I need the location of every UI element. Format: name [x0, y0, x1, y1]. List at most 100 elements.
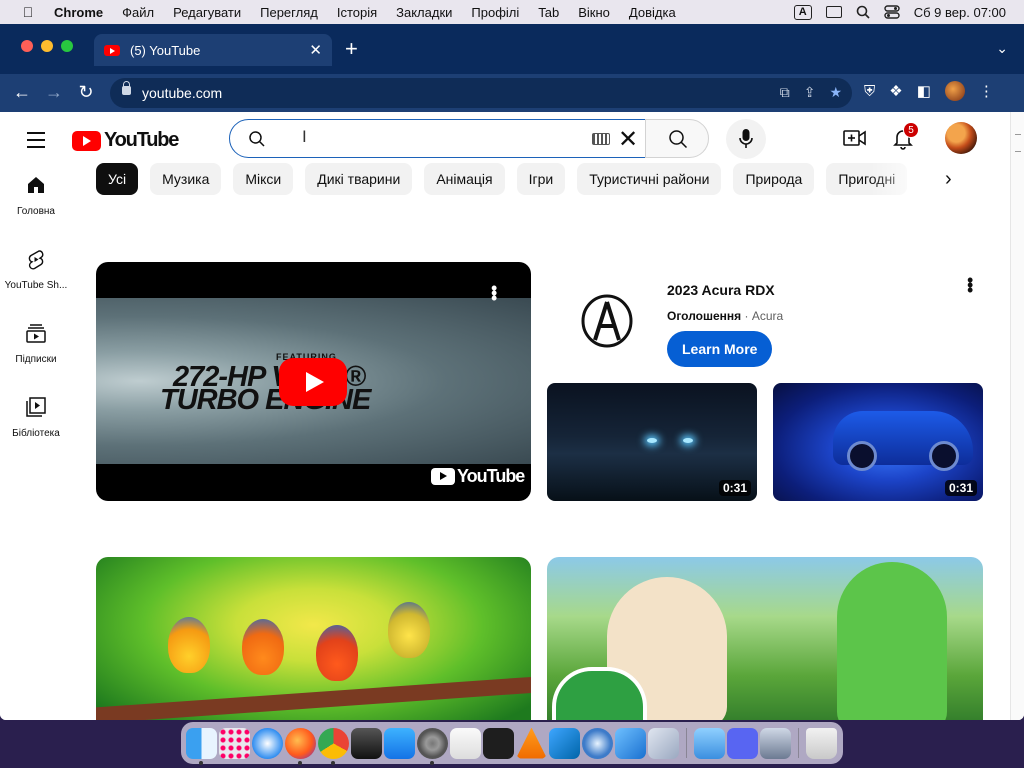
chrome-icon[interactable] — [318, 727, 349, 765]
screen-sharing-icon[interactable] — [760, 727, 791, 759]
address-bar[interactable]: youtube.com ⧉ ⇪ ★ — [110, 78, 852, 108]
video-thumbnail-cartoon[interactable] — [547, 557, 983, 720]
bookmark-star-icon[interactable]: ★ — [829, 84, 842, 101]
hamburger-menu-icon[interactable] — [27, 132, 45, 153]
discord-icon[interactable] — [727, 727, 758, 759]
chrome-menu-icon[interactable]: ⋮ — [979, 82, 994, 100]
chip-animation[interactable]: Анімація — [424, 163, 505, 195]
ad-label: Оголошення — [667, 309, 742, 323]
input-source-indicator[interactable]: A — [793, 4, 812, 20]
nav-item-shorts[interactable]: YouTube Sh... — [0, 244, 72, 318]
close-window-button[interactable] — [21, 40, 33, 52]
play-button-icon[interactable] — [279, 358, 347, 406]
virtual-keyboard-icon[interactable] — [592, 133, 610, 145]
menu-history[interactable]: Історія — [337, 5, 377, 20]
featured-video-player[interactable]: FEATURING 272-HP VTEC® TURBO ENGINE • • • … — [96, 262, 531, 501]
tab-search-chevron-icon[interactable]: ⌄ — [996, 40, 1008, 57]
youtube-logo[interactable]: YouTube — [72, 129, 179, 152]
nav-item-subscriptions[interactable]: Підписки — [0, 318, 72, 392]
browser-toolbar: ← → ↻ youtube.com ⧉ ⇪ ★ ⛨ ❖ ◧ ⋮ — [0, 74, 1024, 112]
search-box[interactable]: I ✕ — [229, 119, 646, 158]
zoom-window-button[interactable] — [61, 40, 73, 52]
menu-window[interactable]: Вікно — [578, 5, 610, 20]
close-tab-icon[interactable]: ✕ — [309, 41, 322, 59]
subscriptions-icon — [26, 324, 46, 343]
firefox-icon[interactable] — [285, 727, 316, 765]
chip-tourist-areas[interactable]: Туристичні райони — [577, 163, 722, 195]
chip-music[interactable]: Музика — [150, 163, 222, 195]
extensions-puzzle-icon[interactable]: ❖ — [889, 82, 902, 100]
menu-bookmarks[interactable]: Закладки — [396, 5, 452, 20]
vlc-icon[interactable] — [516, 727, 547, 759]
minimize-window-button[interactable] — [41, 40, 53, 52]
tab-youtube[interactable]: (5) YouTube ✕ — [94, 34, 332, 66]
menu-edit[interactable]: Редагувати — [173, 5, 241, 20]
video-more-icon[interactable]: • • • — [491, 279, 497, 307]
youtube-watermark: YouTube — [431, 466, 525, 487]
launchpad-icon[interactable] — [219, 727, 250, 759]
branch-graphic — [96, 675, 531, 720]
chip-all[interactable]: Усі — [96, 163, 139, 195]
finder-icon[interactable] — [186, 727, 217, 765]
system-settings-icon[interactable] — [417, 727, 448, 765]
youtube-play-logo-icon — [72, 130, 101, 151]
control-center-icon[interactable] — [884, 5, 900, 19]
ad-thumbnail-2[interactable]: 0:31 — [773, 383, 983, 501]
share-icon[interactable]: ⇪ — [804, 84, 816, 101]
menu-clock[interactable]: Сб 9 вер. 07:00 — [914, 5, 1006, 20]
macos-dock — [181, 722, 843, 765]
video-thumbnail-birds[interactable] — [96, 557, 531, 720]
page-scrollbar[interactable] — [1010, 112, 1024, 720]
ad-thumbnail-1[interactable]: 0:31 — [547, 383, 757, 501]
lock-icon[interactable] — [122, 81, 131, 95]
reload-icon[interactable]: ↻ — [74, 82, 98, 103]
open-in-app-icon[interactable]: ⧉ — [780, 84, 790, 101]
ad-title[interactable]: 2023 Acura RDX — [667, 282, 775, 298]
garageband-icon[interactable] — [351, 727, 382, 759]
forward-arrow-icon[interactable]: → — [42, 82, 66, 103]
create-video-icon[interactable] — [843, 128, 867, 148]
menu-file[interactable]: Файл — [122, 5, 154, 20]
menu-view[interactable]: Перегляд — [260, 5, 318, 20]
chip-games[interactable]: Ігри — [516, 163, 566, 195]
nav-item-home[interactable]: Головна — [0, 170, 72, 244]
car-headlights-graphic — [647, 438, 693, 444]
ad-more-icon[interactable]: • • • — [967, 271, 973, 299]
acura-logo-icon[interactable] — [580, 294, 634, 348]
back-arrow-icon[interactable]: ← — [10, 82, 34, 103]
new-tab-button[interactable]: + — [345, 38, 358, 60]
screen-mirroring-icon[interactable] — [825, 6, 842, 18]
textedit-icon[interactable] — [450, 727, 481, 759]
chip-wild-animals[interactable]: Дикі тварини — [305, 163, 413, 195]
voice-search-button[interactable] — [726, 119, 766, 159]
learn-more-button[interactable]: Learn More — [667, 331, 773, 367]
xcode-icon[interactable] — [615, 727, 646, 759]
account-avatar[interactable] — [945, 122, 977, 154]
side-panel-icon[interactable]: ◧ — [917, 82, 931, 100]
ad-advertiser: Acura — [751, 309, 784, 323]
cloud-app-icon[interactable] — [694, 727, 725, 759]
chips-next-chevron-icon[interactable]: › — [945, 168, 952, 191]
search-input[interactable] — [274, 126, 574, 152]
menu-help[interactable]: Довідка — [629, 5, 676, 20]
chip-nature[interactable]: Природа — [733, 163, 815, 195]
apple-menu-icon[interactable]:  — [18, 4, 38, 20]
search-icon — [249, 131, 265, 147]
menu-tab[interactable]: Tab — [538, 5, 559, 20]
menu-profiles[interactable]: Профілі — [471, 5, 519, 20]
vscode-icon[interactable] — [549, 727, 580, 759]
profile-avatar[interactable] — [944, 81, 965, 101]
shield-extension-icon[interactable]: ⛨ — [864, 83, 875, 100]
trash-icon[interactable] — [806, 727, 837, 759]
preview-icon[interactable] — [648, 727, 679, 759]
proxyman-icon[interactable] — [582, 727, 613, 759]
spotlight-search-icon[interactable] — [856, 5, 870, 19]
nav-item-library[interactable]: Бібліотека — [0, 392, 72, 466]
search-button[interactable] — [645, 119, 709, 158]
menu-app-name[interactable]: Chrome — [54, 5, 103, 20]
app-store-icon[interactable] — [384, 727, 415, 759]
chip-mixes[interactable]: Мікси — [233, 163, 294, 195]
clear-search-icon[interactable]: ✕ — [618, 125, 638, 154]
safari-icon[interactable] — [252, 727, 283, 759]
terminal-icon[interactable] — [483, 727, 514, 759]
